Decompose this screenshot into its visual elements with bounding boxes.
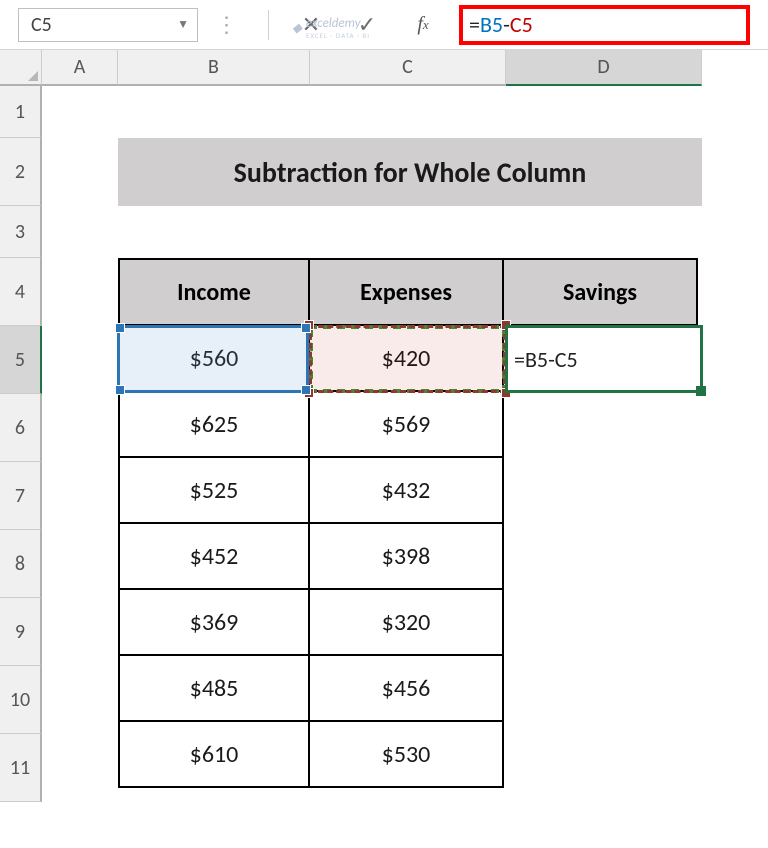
- cell-c9[interactable]: $320: [309, 589, 503, 655]
- cell-c11[interactable]: $530: [309, 721, 503, 787]
- cell-d6[interactable]: [503, 391, 697, 457]
- column-headers: A B C D: [42, 50, 768, 86]
- cell-c7[interactable]: $432: [309, 457, 503, 523]
- formula-equals: =: [469, 11, 480, 38]
- table-row: $610 $530: [119, 721, 697, 787]
- cell-b7[interactable]: $525: [119, 457, 309, 523]
- row-header-11[interactable]: 11: [0, 734, 42, 802]
- editing-cell-text: =B5-C5: [514, 346, 578, 373]
- row-header-4[interactable]: 4: [0, 258, 42, 326]
- table-row: $525 $432: [119, 457, 697, 523]
- table-row: $485 $456: [119, 655, 697, 721]
- header-income[interactable]: Income: [119, 259, 309, 325]
- cell-d8[interactable]: [503, 523, 697, 589]
- divider: [268, 10, 269, 40]
- vertical-dots-icon: ⋮: [198, 8, 254, 42]
- table-row: $369 $320: [119, 589, 697, 655]
- cell-d11[interactable]: [503, 721, 697, 787]
- table-header-row: Income Expenses Savings: [119, 259, 697, 325]
- formula-ref-b5: B5: [480, 11, 503, 38]
- watermark-icon: ◆: [292, 21, 302, 36]
- watermark-sub: EXCEL · DATA · BI: [306, 31, 370, 40]
- formula-ref-c5: C5: [510, 11, 533, 38]
- table-row: $452 $398: [119, 523, 697, 589]
- formula-minus: -: [503, 11, 510, 38]
- col-header-d[interactable]: D: [506, 50, 702, 86]
- cell-c10[interactable]: $456: [309, 655, 503, 721]
- cell-d7[interactable]: [503, 457, 697, 523]
- merged-title-cell[interactable]: Subtraction for Whole Column: [118, 138, 702, 206]
- row-header-5[interactable]: 5: [0, 326, 42, 394]
- cell-c5[interactable]: $420: [309, 325, 503, 391]
- formula-input[interactable]: =B5-C5: [459, 5, 750, 45]
- watermark: ◆ exceldemy EXCEL · DATA · BI: [292, 16, 370, 40]
- cell-b5[interactable]: $560: [119, 325, 309, 391]
- cell-c8[interactable]: $398: [309, 523, 503, 589]
- fx-button[interactable]: fx: [395, 8, 451, 42]
- row-header-1[interactable]: 1: [0, 86, 42, 138]
- row-header-8[interactable]: 8: [0, 530, 42, 598]
- row-header-3[interactable]: 3: [0, 206, 42, 258]
- formula-bar: C5 ▼ ⋮ ✕ ✓ fx =B5-C5: [0, 0, 768, 50]
- cell-b8[interactable]: $452: [119, 523, 309, 589]
- row-headers: 1 2 3 4 5 6 7 8 9 10 11: [0, 86, 42, 802]
- name-box-dropdown-icon[interactable]: ▼: [177, 17, 189, 32]
- header-expenses[interactable]: Expenses: [309, 259, 503, 325]
- table-row: $625 $569: [119, 391, 697, 457]
- cell-d10[interactable]: [503, 655, 697, 721]
- row-header-6[interactable]: 6: [0, 394, 42, 462]
- select-all-corner[interactable]: [0, 50, 42, 86]
- spreadsheet-grid: 1 2 3 4 5 6 7 8 9 10 11 A B C D Subtract…: [0, 50, 768, 802]
- active-editing-cell-d5[interactable]: =B5-C5: [505, 325, 703, 393]
- row-header-10[interactable]: 10: [0, 666, 42, 734]
- cell-b6[interactable]: $625: [119, 391, 309, 457]
- col-header-a[interactable]: A: [42, 50, 118, 86]
- row-header-7[interactable]: 7: [0, 462, 42, 530]
- row-header-9[interactable]: 9: [0, 598, 42, 666]
- name-box[interactable]: C5 ▼: [18, 8, 198, 42]
- watermark-name: exceldemy: [306, 16, 361, 31]
- cell-b11[interactable]: $610: [119, 721, 309, 787]
- fill-handle-icon[interactable]: [696, 386, 706, 396]
- col-header-c[interactable]: C: [310, 50, 506, 86]
- row-header-2[interactable]: 2: [0, 138, 42, 206]
- cell-c6[interactable]: $569: [309, 391, 503, 457]
- cell-b9[interactable]: $369: [119, 589, 309, 655]
- cell-d9[interactable]: [503, 589, 697, 655]
- col-header-b[interactable]: B: [118, 50, 310, 86]
- cell-b10[interactable]: $485: [119, 655, 309, 721]
- header-savings[interactable]: Savings: [503, 259, 697, 325]
- name-box-value: C5: [31, 13, 52, 37]
